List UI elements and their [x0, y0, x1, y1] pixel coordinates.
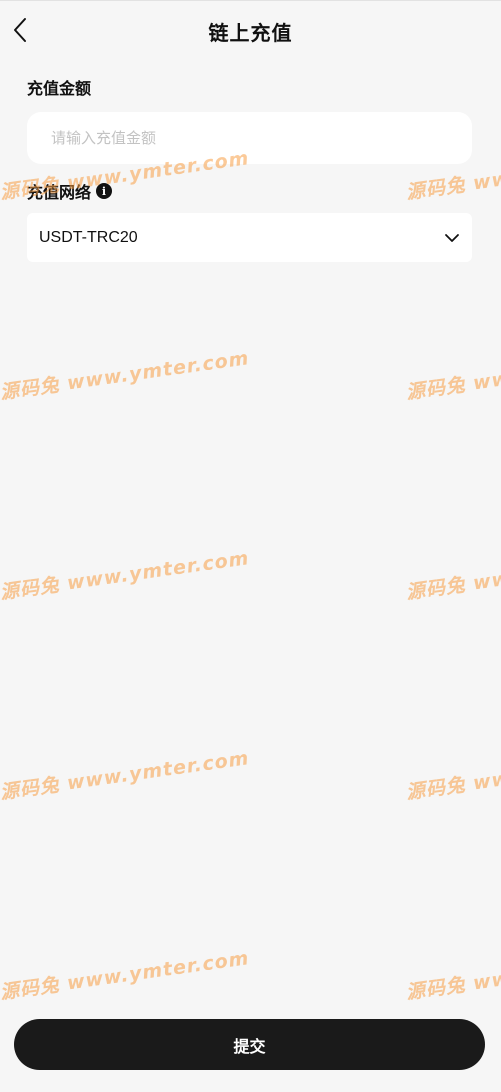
watermark-left: 源码兔 www.ymter.com	[0, 547, 251, 604]
amount-input[interactable]	[27, 112, 472, 164]
amount-label: 充值金额	[27, 79, 92, 98]
network-label-row: 充值网络 i	[27, 179, 113, 203]
info-icon[interactable]: i	[96, 183, 113, 199]
watermark-right: 源码兔 www	[404, 964, 501, 1004]
watermark-left: 源码兔 www.ymter.com	[0, 947, 251, 1004]
watermark-right: 源码兔 www	[404, 764, 501, 804]
watermark-left: 源码兔 www.ymter.com	[0, 747, 251, 804]
network-select[interactable]: USDT-TRC20	[27, 213, 472, 262]
watermark-left: 源码兔 www.ymter.com	[0, 347, 251, 404]
network-selected-value: USDT-TRC20	[39, 228, 138, 246]
watermark-right: 源码兔 www	[404, 164, 501, 204]
watermark-right: 源码兔 www	[404, 564, 501, 604]
network-label: 充值网络	[27, 183, 92, 202]
watermark-right: 源码兔 www	[404, 364, 501, 404]
page-header: 链上充值	[0, 1, 501, 57]
page-title: 链上充值	[208, 21, 293, 45]
chevron-down-icon	[445, 233, 459, 242]
submit-button[interactable]: 提交	[14, 1019, 485, 1070]
